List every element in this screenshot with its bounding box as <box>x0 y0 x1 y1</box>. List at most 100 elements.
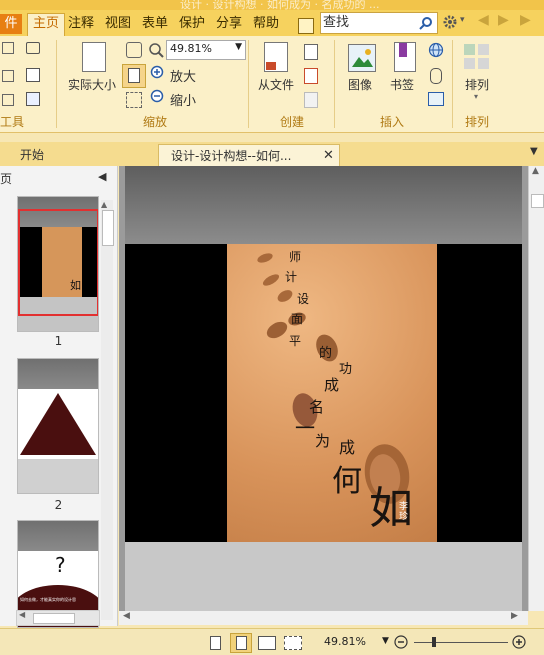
image-icon[interactable] <box>348 44 376 72</box>
sand-image: 师 计 设 面 平 的 功 成 名 一 为 成 何 如 李珍 <box>227 244 437 542</box>
video-icon[interactable] <box>428 92 444 106</box>
poem-char: 面 <box>291 312 304 326</box>
zoom-value: 49.81% <box>170 42 212 55</box>
file-menu[interactable]: 件 <box>0 14 22 34</box>
group-divider <box>248 40 249 128</box>
collapse-panel-icon[interactable]: ◀ <box>98 170 106 183</box>
single-page-icon[interactable] <box>210 636 221 650</box>
status-bar: 49.81% ▼ <box>0 628 544 655</box>
vertical-scrollbar[interactable]: ▲ <box>528 166 544 611</box>
search-input[interactable]: 查找 <box>320 12 438 34</box>
nav-next-icon[interactable]: ▶ <box>498 12 509 28</box>
close-tab-icon[interactable]: ✕ <box>323 145 334 167</box>
arrange-group-label: 排列 <box>465 115 490 129</box>
page-number: 1 <box>54 334 63 348</box>
status-zoom-dropdown-icon[interactable]: ▼ <box>382 636 389 646</box>
status-zoom-value[interactable]: 49.81% <box>324 635 366 648</box>
zoom-select[interactable]: 49.81% ▼ <box>166 40 246 60</box>
zoom-out-icon[interactable] <box>150 89 166 105</box>
snapshot-icon[interactable] <box>26 42 40 54</box>
poem-char: 平 <box>289 334 302 348</box>
blank-page-icon[interactable] <box>304 68 318 84</box>
zoom-out-button[interactable]: 缩小 <box>170 90 196 109</box>
arrange-dropdown-icon[interactable]: ▾ <box>474 92 478 101</box>
page-thumbnails-panel: 页 ◀ ▲ 如 1 2 ? 如何去做，才能真实你的设计思 ◀ <box>0 166 118 628</box>
find-tool-icon[interactable] <box>298 18 314 34</box>
tab-list-icon[interactable]: ▼ <box>530 146 538 157</box>
document-viewport[interactable]: 师 计 设 面 平 的 功 成 名 一 为 成 何 如 李珍 <box>119 166 528 611</box>
bookmark-button[interactable]: 书签 <box>390 76 414 93</box>
actual-size-icon[interactable] <box>82 42 106 72</box>
continuous-page-button[interactable] <box>230 633 252 653</box>
poem-char: 何 <box>332 464 362 499</box>
thumbnail-scrollbar[interactable]: ▲ <box>101 200 114 620</box>
create-group-label: 创建 <box>280 115 305 129</box>
scrollbar-thumb[interactable] <box>102 210 114 246</box>
clipboard-icon[interactable] <box>26 68 40 82</box>
continuous-facing-icon[interactable] <box>284 636 302 650</box>
scrollbar-thumb[interactable] <box>531 194 544 208</box>
settings-dropdown-icon[interactable]: ▾ <box>460 15 465 25</box>
tab-comment[interactable]: 注释 <box>68 14 94 34</box>
horizontal-scrollbar[interactable]: ◀ ▶ <box>119 611 528 625</box>
hscroll-thumb[interactable] <box>33 613 75 624</box>
facing-page-icon[interactable] <box>258 636 276 650</box>
search-icon[interactable] <box>419 16 433 30</box>
group-divider <box>56 40 57 128</box>
window-title: 设计 · 设计构想 · 如何成为 · 名成功的 ... <box>180 0 380 10</box>
hand-tool-icon[interactable] <box>2 42 14 54</box>
create-menu-icon[interactable] <box>304 44 318 60</box>
tab-form[interactable]: 表单 <box>142 14 168 34</box>
zoom-slider-thumb[interactable] <box>432 637 436 647</box>
page-thumbnail-1[interactable]: 如 <box>17 196 99 332</box>
poem-char: 为 <box>315 432 331 450</box>
zoom-slider-track[interactable] <box>414 642 508 643</box>
page-number: 2 <box>54 498 63 512</box>
actual-size-button[interactable]: 实际大小 <box>68 76 116 93</box>
select-tool-icon[interactable] <box>2 70 14 82</box>
screen-icon[interactable] <box>26 92 40 106</box>
thumbnail-hscrollbar[interactable]: ◀ <box>16 610 100 626</box>
chevron-down-icon: ▼ <box>235 42 242 52</box>
fit-width-icon[interactable] <box>126 42 142 58</box>
insert-group-label: 插入 <box>380 115 405 129</box>
link-globe-icon[interactable] <box>428 42 444 58</box>
fit-page-icon <box>128 68 140 83</box>
image-button[interactable]: 图像 <box>348 76 372 93</box>
tab-help[interactable]: 帮助 <box>253 14 279 34</box>
tab-document[interactable]: 设计-设计构想--如何... ✕ <box>158 144 340 167</box>
group-divider <box>452 40 453 128</box>
zoom-out-circle-icon[interactable] <box>394 635 408 649</box>
page-thumbnail-2[interactable] <box>17 358 99 494</box>
signature: 李珍 <box>399 502 409 522</box>
poem-char: 师 <box>289 250 302 264</box>
settings-icon[interactable] <box>442 14 458 30</box>
tab-home[interactable]: 主页 <box>27 13 65 37</box>
fit-visible-icon[interactable] <box>126 92 142 108</box>
scroll-left-icon[interactable]: ◀ <box>123 611 130 621</box>
zoom-in-circle-icon[interactable] <box>512 635 526 649</box>
scanner-icon[interactable] <box>304 92 318 108</box>
tab-view[interactable]: 视图 <box>105 14 131 34</box>
tab-protect[interactable]: 保护 <box>179 14 205 34</box>
nav-prev-icon[interactable]: ◀ <box>478 12 489 28</box>
arrange-button[interactable]: 排列 <box>465 76 489 93</box>
zoom-icon[interactable] <box>148 42 164 58</box>
typewriter-icon[interactable] <box>2 94 14 106</box>
tab-share[interactable]: 分享 <box>216 14 242 34</box>
arrange-icon[interactable] <box>464 44 490 70</box>
poem-char: 成 <box>324 376 340 394</box>
bookmark-icon[interactable] <box>394 42 416 72</box>
poem-char: 设 <box>297 292 310 306</box>
nav-last-icon[interactable]: ▶ <box>520 12 531 28</box>
zoom-in-icon[interactable] <box>150 65 166 81</box>
tab-start[interactable]: 开始 <box>20 144 44 166</box>
tools-group-label: 工具 <box>0 115 25 129</box>
scroll-right-icon[interactable]: ▶ <box>511 611 518 621</box>
continuous-page-icon <box>236 636 247 650</box>
scroll-up-icon[interactable]: ▲ <box>532 166 539 176</box>
poem-char: 一 <box>295 416 315 440</box>
attachment-icon[interactable] <box>430 68 442 84</box>
zoom-in-button[interactable]: 放大 <box>170 66 196 85</box>
from-file-button[interactable]: 从文件 <box>258 76 294 93</box>
